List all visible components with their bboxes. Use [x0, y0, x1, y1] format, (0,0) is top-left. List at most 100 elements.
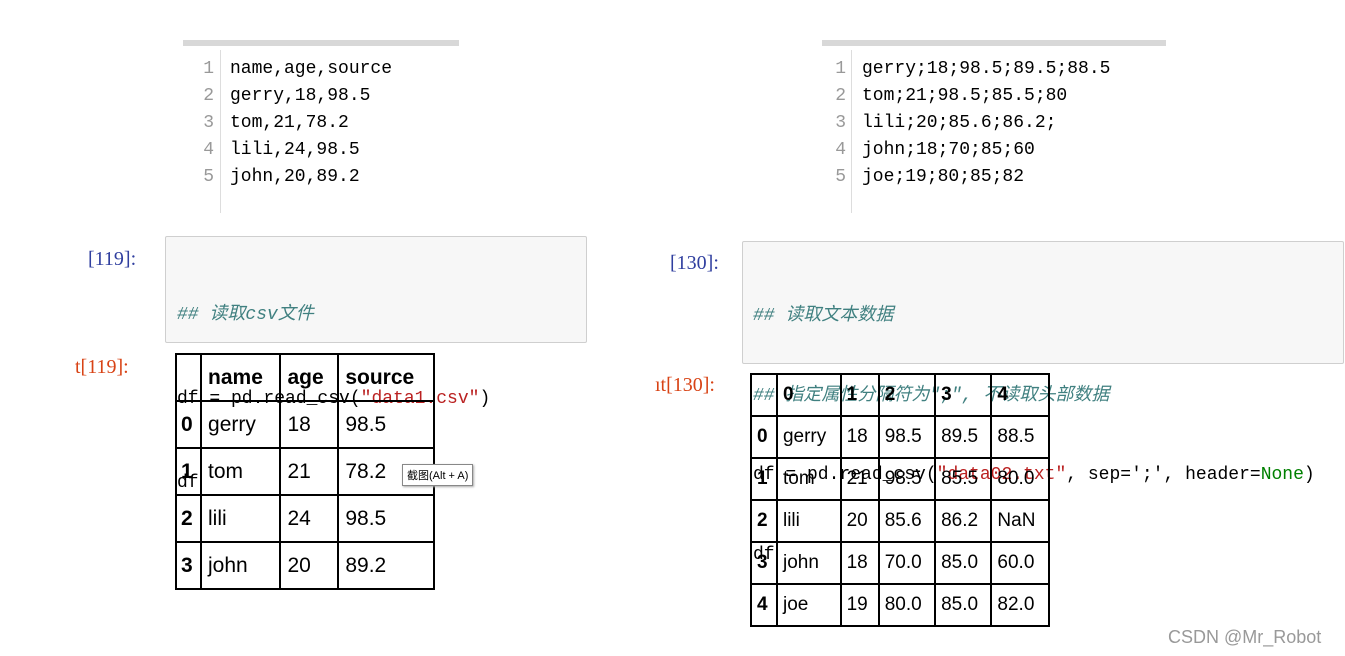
- input-prompt: [119]:: [88, 248, 137, 270]
- table-row: 2 lili 20 85.6 86.2 NaN: [750, 499, 1050, 543]
- code-text: , sep=';', header=: [1066, 465, 1261, 485]
- table-cell: 86.2: [934, 499, 993, 543]
- column-header: age: [279, 353, 340, 402]
- editor-top-bar: [183, 40, 459, 46]
- column-header: 4: [990, 373, 1050, 417]
- code-cell[interactable]: ## 读取csv文件 df = pd.read_csv("data1.csv")…: [165, 236, 587, 493]
- line-number: 3: [203, 113, 214, 133]
- code-keyword: None: [1260, 465, 1304, 485]
- line-text: lili,24,98.5: [230, 140, 360, 160]
- txt-file-editor[interactable]: 1 gerry;18;98.5;89.5;88.5 2 tom;21;98.5;85.…: [830, 56, 1110, 191]
- column-header: [174, 353, 203, 402]
- table-cell: 20: [279, 541, 340, 590]
- row-index: 2: [750, 499, 778, 543]
- line-text: gerry;18;98.5;89.5;88.5: [862, 59, 1111, 79]
- editor-top-bar: [822, 40, 1166, 46]
- table-cell: 18: [279, 400, 340, 449]
- table-row: 0 gerry 18 98.5: [174, 400, 435, 449]
- line-text: tom;21;98.5;85.5;80: [862, 86, 1068, 106]
- line-number: 1: [203, 59, 214, 79]
- table-row: 1 tom 21 98.5 85.5 80.0: [750, 457, 1050, 501]
- file-line: 4 john;18;70;85;60: [830, 137, 1110, 164]
- table-cell: 82.0: [990, 583, 1050, 627]
- column-header: 1: [839, 373, 880, 417]
- table-cell: 85.6: [877, 499, 937, 543]
- column-header: 3: [934, 373, 993, 417]
- line-number: 2: [835, 86, 846, 106]
- row-index: 3: [750, 541, 778, 585]
- table-row: 2 lili 24 98.5: [174, 494, 435, 543]
- table-cell: 98.5: [337, 400, 435, 449]
- table-row: 4 joe 19 80.0 85.0 82.0: [750, 583, 1050, 627]
- table-cell: tom: [775, 457, 842, 501]
- header-row: name age source: [174, 353, 435, 402]
- table-cell: lili: [200, 494, 282, 543]
- table-cell: lili: [775, 499, 842, 543]
- file-line: 4 lili,24,98.5: [198, 137, 392, 164]
- code-comment: ## 读取文本数据: [753, 306, 894, 326]
- table-cell: 18: [839, 541, 880, 585]
- file-line: 1 gerry;18;98.5;89.5;88.5: [830, 56, 1110, 83]
- line-number: 2: [203, 86, 214, 106]
- file-line: 2 gerry,18,98.5: [198, 83, 392, 110]
- line-text: john,20,89.2: [230, 167, 360, 187]
- table-cell: 85.5: [934, 457, 993, 501]
- column-header: source: [337, 353, 435, 402]
- table-cell: 21: [279, 447, 340, 496]
- table-cell: 60.0: [990, 541, 1050, 585]
- table-row: 3 john 18 70.0 85.0 60.0: [750, 541, 1050, 585]
- table-cell: 24: [279, 494, 340, 543]
- file-line: 3 lili;20;85.6;86.2;: [830, 110, 1110, 137]
- row-index: 2: [174, 494, 203, 543]
- table-cell: 70.0: [877, 541, 937, 585]
- line-number: 1: [835, 59, 846, 79]
- table-cell: 19: [839, 583, 880, 627]
- file-line: 3 tom,21,78.2: [198, 110, 392, 137]
- row-index: 1: [750, 457, 778, 501]
- file-line: 2 tom;21;98.5;85.5;80: [830, 83, 1110, 110]
- line-number: 5: [835, 167, 846, 187]
- table-cell: 89.5: [934, 415, 993, 459]
- screenshot-tooltip: 截图(Alt + A): [402, 464, 474, 486]
- table-cell: 98.5: [337, 494, 435, 543]
- column-header: name: [200, 353, 282, 402]
- code-comment: ## 读取csv文件: [177, 305, 314, 325]
- table-cell: 98.5: [877, 457, 937, 501]
- dataframe-table: 0 1 2 3 4 0 gerry 18 98.5 89.5 88.5 1 tom 21 98.5 85.5 8…: [750, 373, 1050, 627]
- code-text: ): [479, 389, 491, 409]
- line-number: 4: [203, 140, 214, 160]
- row-index: 0: [750, 415, 778, 459]
- line-text: joe;19;80;85;82: [862, 167, 1025, 187]
- header-row: 01234: [750, 373, 1050, 417]
- table-row: 3 john 20 89.2: [174, 541, 435, 590]
- column-header: 0: [775, 373, 842, 417]
- line-text: name,age,source: [230, 59, 393, 79]
- table-cell: 80.0: [990, 457, 1050, 501]
- line-text: tom,21,78.2: [230, 113, 349, 133]
- csv-file-editor[interactable]: 1 name,age,source 2 gerry,18,98.5 3 tom,21,78…: [198, 56, 392, 191]
- table-cell: john: [200, 541, 282, 590]
- line-text: john;18;70;85;60: [862, 140, 1035, 160]
- table-cell: 85.0: [934, 583, 993, 627]
- row-index: 0: [174, 400, 203, 449]
- row-index: 1: [174, 447, 203, 496]
- row-index: 3: [174, 541, 203, 590]
- table-cell: 18: [839, 415, 880, 459]
- line-number: 4: [835, 140, 846, 160]
- table-row: 1 tom 21 78.2: [174, 447, 435, 496]
- dataframe-table: name age source 0 gerry 18 98.5 1 tom 21 78.2 2 lili…: [174, 353, 435, 590]
- table-cell: 98.5: [877, 415, 937, 459]
- line-text: lili;20;85.6;86.2;: [862, 113, 1057, 133]
- code-cell[interactable]: ## 读取文本数据 ## 指定属性分隔符为";", 不读取头部数据 df = p…: [742, 241, 1344, 565]
- file-line: 1 name,age,source: [198, 56, 392, 83]
- file-line: 5 john,20,89.2: [198, 164, 392, 191]
- table-cell: 21: [839, 457, 880, 501]
- table-cell: 80.0: [877, 583, 937, 627]
- watermark: CSDN @Mr_Robot: [1168, 627, 1322, 647]
- file-line: 5 joe;19;80;85;82: [830, 164, 1110, 191]
- line-number: 3: [835, 113, 846, 133]
- line-number: 5: [203, 167, 214, 187]
- table-cell: tom: [200, 447, 282, 496]
- input-prompt: [130]:: [670, 252, 719, 274]
- line-text: gerry,18,98.5: [230, 86, 371, 106]
